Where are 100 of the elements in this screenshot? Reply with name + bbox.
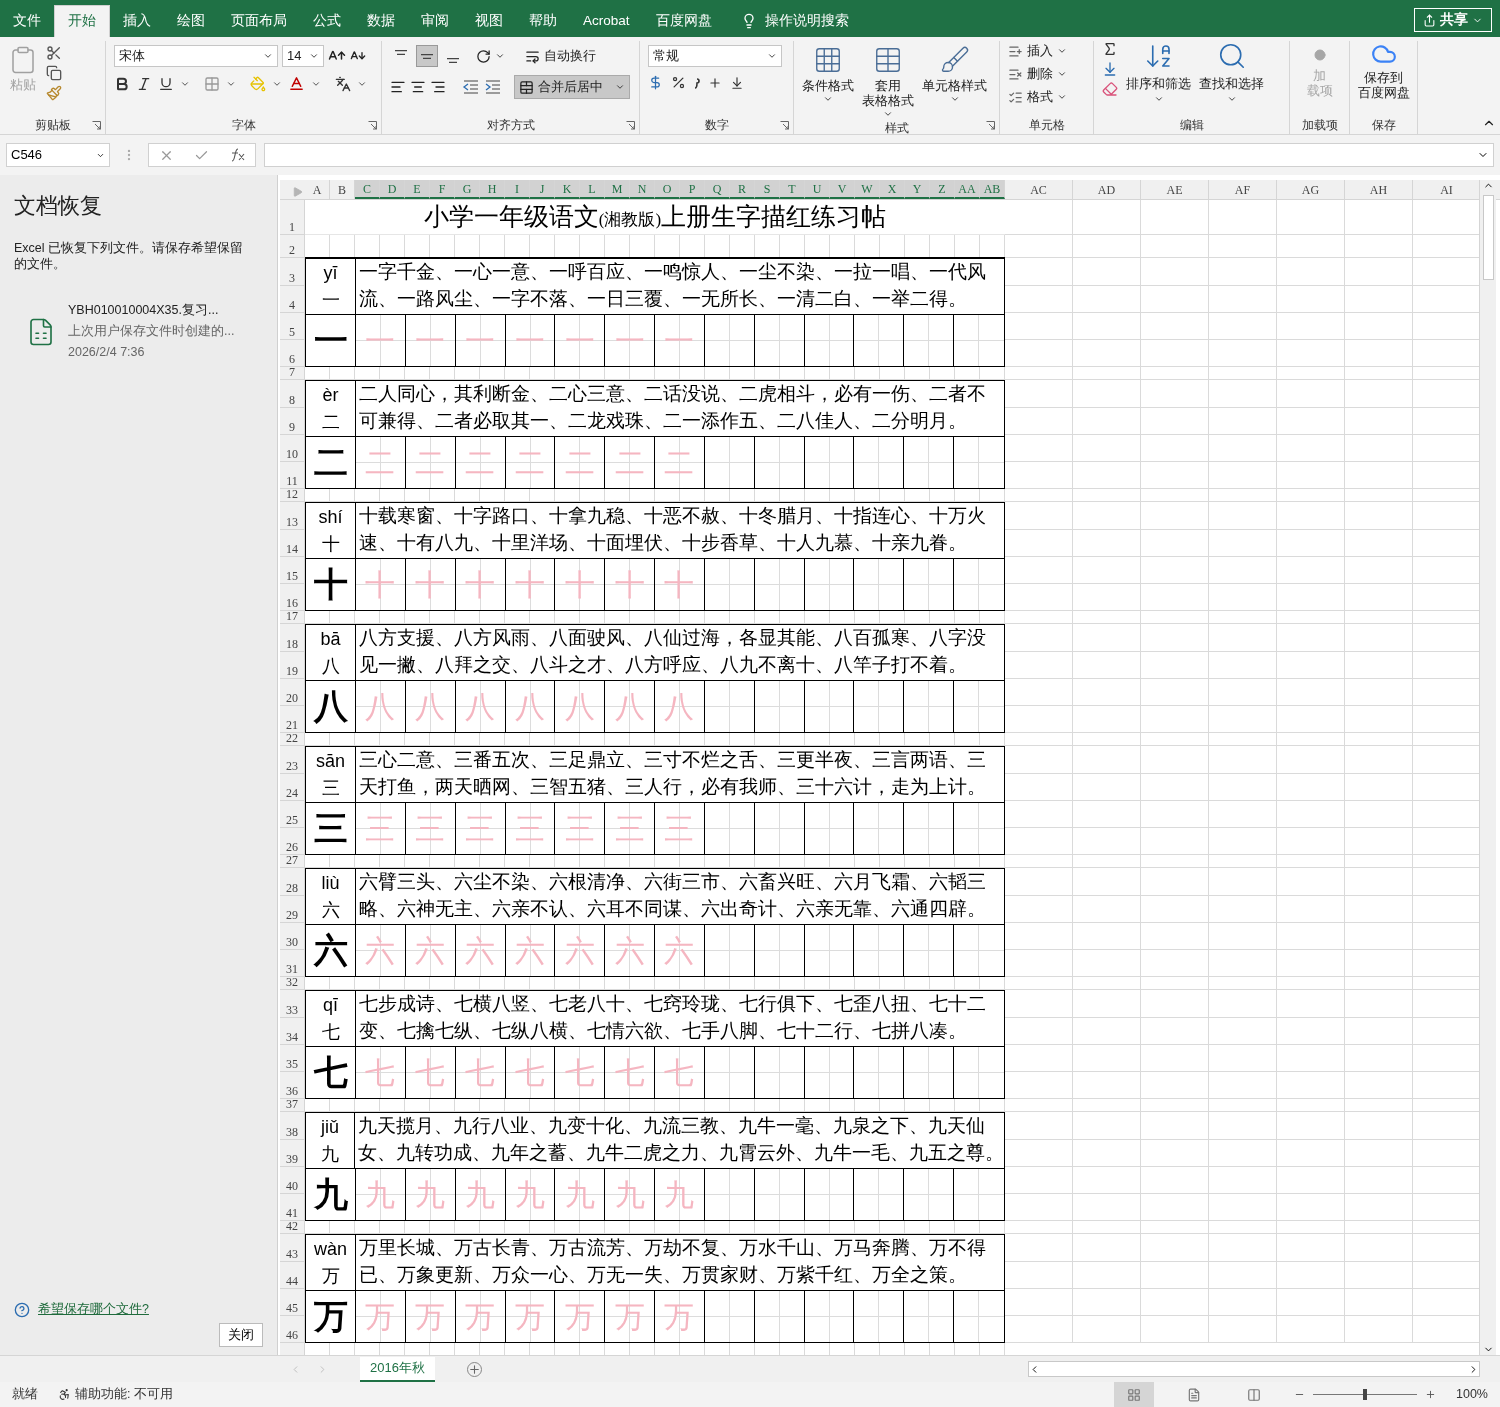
row-header[interactable]: 45 xyxy=(280,1289,304,1316)
fill-color-icon[interactable] xyxy=(250,75,266,92)
vertical-scrollbar[interactable] xyxy=(1479,180,1496,1355)
horizontal-scrollbar[interactable] xyxy=(1028,1361,1480,1377)
font-color-icon[interactable] xyxy=(288,75,305,92)
column-header[interactable]: F xyxy=(430,180,455,199)
row-header[interactable]: 29 xyxy=(280,896,304,923)
style-button[interactable]: 单元格样式 xyxy=(922,45,987,119)
column-header[interactable]: M xyxy=(605,180,630,199)
sheet-tab[interactable]: 2016年秋 xyxy=(360,1356,435,1382)
row-header[interactable]: 31 xyxy=(280,950,304,977)
column-header[interactable]: G xyxy=(455,180,480,199)
cell-action-button[interactable]: 删除 xyxy=(1008,64,1067,84)
column-header[interactable]: P xyxy=(680,180,705,199)
name-box[interactable]: C546 xyxy=(6,143,110,167)
column-header[interactable]: S xyxy=(755,180,780,199)
column-header[interactable]: E xyxy=(405,180,430,199)
column-header[interactable]: AD xyxy=(1073,180,1141,199)
row-header[interactable]: 41 xyxy=(280,1194,304,1221)
formula-field[interactable] xyxy=(264,143,1494,167)
column-header[interactable]: AC xyxy=(1005,180,1073,199)
row-header[interactable]: 10 xyxy=(280,435,304,462)
zoom-level[interactable]: 100% xyxy=(1456,1385,1488,1404)
column-header[interactable]: AE xyxy=(1141,180,1209,199)
merge-center-button[interactable]: 合并后居中 xyxy=(514,75,630,99)
row-header[interactable]: 9 xyxy=(280,408,304,435)
row-header[interactable]: 35 xyxy=(280,1045,304,1072)
tell-me-search[interactable]: 操作说明搜索 xyxy=(740,5,849,37)
ribbon-tab[interactable]: 百度网盘 xyxy=(642,5,725,37)
row-header[interactable]: 36 xyxy=(280,1072,304,1099)
ribbon-tab[interactable]: 开始 xyxy=(54,5,110,37)
vertical-align-button[interactable] xyxy=(416,45,438,67)
dialog-launcher-icon[interactable] xyxy=(780,121,789,130)
wrap-text-button[interactable]: 自动换行 xyxy=(525,46,596,66)
zoom-slider[interactable] xyxy=(1313,1388,1417,1401)
style-button[interactable]: 套用 表格格式 xyxy=(862,45,914,119)
row-header[interactable]: 39 xyxy=(280,1140,304,1167)
decrease-indent-icon[interactable] xyxy=(462,79,480,95)
column-header[interactable]: D xyxy=(380,180,405,199)
row-header[interactable]: 11 xyxy=(280,462,304,489)
eraser-icon[interactable] xyxy=(1102,81,1118,97)
row-header[interactable]: 42 xyxy=(280,1221,304,1234)
row-header[interactable]: 23 xyxy=(280,746,304,774)
ribbon-tab[interactable]: 数据 xyxy=(354,5,408,37)
recovered-file[interactable]: YBH010010004X35.复习... 上次用户保存文件时创建的... 2026/2/4 7:36 xyxy=(26,300,263,363)
column-header[interactable]: T xyxy=(780,180,805,199)
ribbon-tab[interactable]: 页面布局 xyxy=(218,5,300,37)
row-header[interactable]: 7 xyxy=(280,367,304,380)
row-header[interactable]: 13 xyxy=(280,502,304,530)
column-header[interactable]: R xyxy=(730,180,755,199)
ribbon-tab[interactable]: 公式 xyxy=(300,5,354,37)
column-header[interactable]: Y xyxy=(905,180,930,199)
column-header[interactable]: A xyxy=(305,180,330,199)
row-header[interactable]: 26 xyxy=(280,828,304,855)
close-button[interactable]: 关闭 xyxy=(219,1323,263,1347)
column-header[interactable]: W xyxy=(855,180,880,199)
save-to-cloud-button[interactable]: 保存到 百度网盘 xyxy=(1358,41,1409,116)
increase-decimal-icon[interactable] xyxy=(708,75,722,90)
column-header[interactable]: AG xyxy=(1277,180,1345,199)
row-header[interactable]: 33 xyxy=(280,990,304,1018)
ribbon-tab[interactable]: 插入 xyxy=(110,5,164,37)
underline-icon[interactable] xyxy=(158,75,174,92)
orientation-icon[interactable] xyxy=(476,48,491,64)
align-left-icon[interactable] xyxy=(390,79,406,95)
row-header[interactable]: 18 xyxy=(280,624,304,652)
phonetic-icon[interactable] xyxy=(335,75,351,92)
column-header[interactable]: Z xyxy=(930,180,955,199)
row-header[interactable]: 37 xyxy=(280,1099,304,1112)
scroll-thumb[interactable] xyxy=(1482,195,1494,280)
share-button[interactable]: 共享 xyxy=(1414,8,1492,32)
row-header[interactable]: 25 xyxy=(280,801,304,828)
ribbon-tab[interactable]: 文件 xyxy=(0,5,54,37)
column-header[interactable]: AH xyxy=(1345,180,1413,199)
row-header[interactable]: 17 xyxy=(280,611,304,624)
row-header[interactable]: 4 xyxy=(280,286,304,313)
column-header[interactable]: C xyxy=(355,180,380,199)
row-header[interactable]: 20 xyxy=(280,679,304,706)
row-header[interactable]: 12 xyxy=(280,489,304,502)
column-header[interactable]: V xyxy=(830,180,855,199)
italic-icon[interactable] xyxy=(136,75,152,92)
row-header[interactable]: 43 xyxy=(280,1234,304,1262)
column-header[interactable]: O xyxy=(655,180,680,199)
row-header[interactable]: 6 xyxy=(280,340,304,367)
column-header[interactable]: AB xyxy=(980,180,1005,199)
function-icon[interactable] xyxy=(229,148,245,162)
row-header[interactable]: 3 xyxy=(280,258,304,286)
row-header[interactable]: 46 xyxy=(280,1316,304,1343)
edit-button[interactable]: 查找和选择 xyxy=(1199,41,1264,116)
cell-action-button[interactable]: 格式 xyxy=(1008,87,1067,107)
row-header[interactable]: 24 xyxy=(280,774,304,801)
row-header[interactable]: 30 xyxy=(280,923,304,950)
row-header[interactable]: 15 xyxy=(280,557,304,584)
ribbon-tab[interactable]: 绘图 xyxy=(164,5,218,37)
column-header[interactable]: AA xyxy=(955,180,980,199)
row-header[interactable]: 14 xyxy=(280,530,304,557)
align-right-icon[interactable] xyxy=(430,79,446,95)
dialog-launcher-icon[interactable] xyxy=(368,121,377,130)
column-header[interactable]: I xyxy=(505,180,530,199)
row-header[interactable]: 34 xyxy=(280,1018,304,1045)
row-header[interactable]: 8 xyxy=(280,380,304,408)
